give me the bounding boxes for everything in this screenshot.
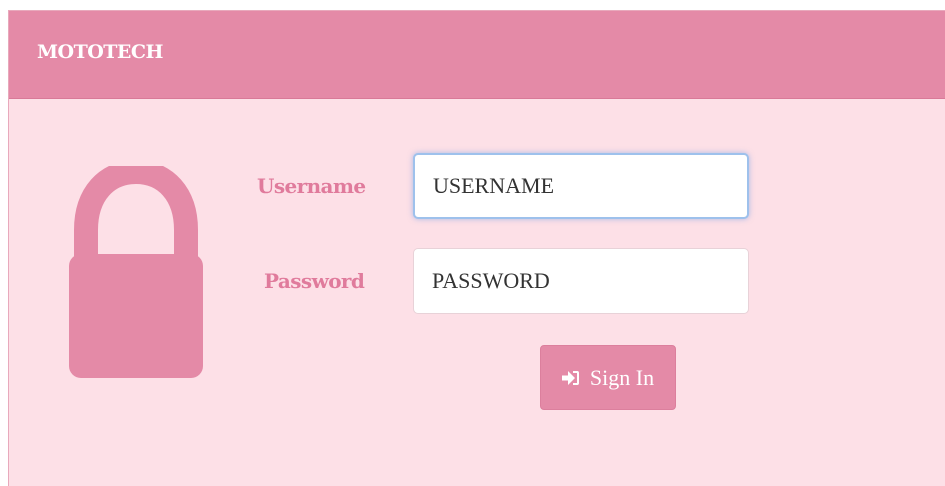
login-panel: MOTOTECH Username Password Sign In	[8, 10, 945, 486]
lock-icon	[69, 166, 203, 378]
username-input[interactable]	[413, 153, 749, 219]
brand-title: MOTOTECH	[37, 41, 163, 63]
sign-in-icon	[561, 370, 579, 385]
password-label: Password	[264, 269, 365, 293]
password-input[interactable]	[413, 248, 749, 314]
sign-in-button[interactable]: Sign In	[540, 345, 676, 410]
panel-header: MOTOTECH	[9, 11, 945, 99]
username-label: Username	[257, 174, 366, 198]
sign-in-label: Sign In	[589, 364, 655, 390]
